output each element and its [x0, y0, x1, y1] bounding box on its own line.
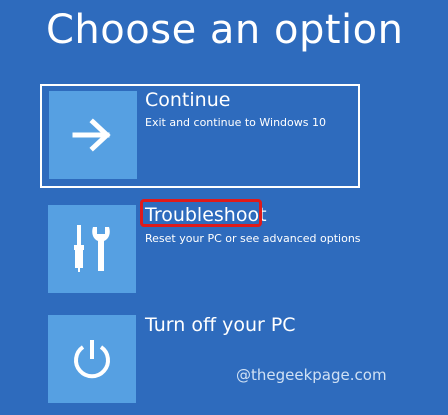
- continue-description: Exit and continue to Windows 10: [145, 116, 326, 129]
- troubleshoot-option[interactable]: Troubleshoot Reset your PC or see advanc…: [40, 199, 361, 303]
- arrow-right-icon: [72, 118, 111, 152]
- turn-off-option[interactable]: Turn off your PC: [40, 309, 360, 413]
- tools-icon: [74, 225, 110, 272]
- continue-option[interactable]: Continue Exit and continue to Windows 10: [40, 84, 360, 188]
- troubleshoot-tile[interactable]: [48, 205, 136, 293]
- troubleshoot-title: Troubleshoot: [145, 204, 267, 226]
- troubleshoot-description: Reset your PC or see advanced options: [145, 232, 361, 245]
- continue-title: Continue: [145, 89, 231, 111]
- continue-tile[interactable]: [49, 91, 137, 179]
- power-icon: [74, 340, 110, 379]
- page-title: Choose an option: [46, 7, 404, 53]
- turn-off-tile[interactable]: [48, 315, 136, 403]
- turn-off-title: Turn off your PC: [145, 314, 296, 336]
- watermark: @thegeekpage.com: [236, 366, 387, 384]
